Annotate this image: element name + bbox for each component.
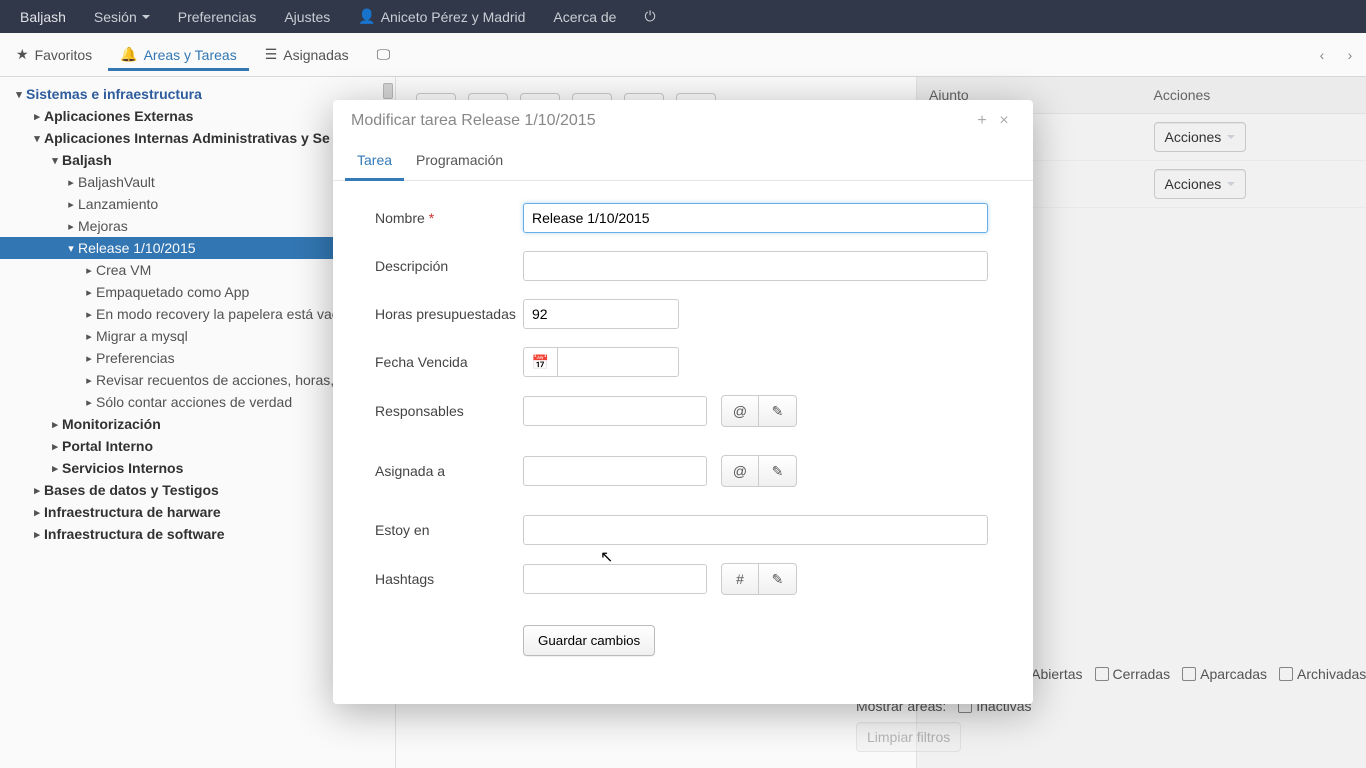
eraser-icon: ✎ bbox=[772, 571, 784, 588]
modal-title: Modificar tarea Release 1/10/2015 bbox=[351, 112, 596, 130]
responsables-clear-button[interactable]: ✎ bbox=[759, 395, 797, 427]
hashtags-clear-button[interactable]: ✎ bbox=[759, 563, 797, 595]
lbl-nombre: Nombre bbox=[375, 210, 425, 226]
save-button[interactable]: Guardar cambios bbox=[523, 625, 655, 656]
asignada-at-button[interactable]: @ bbox=[721, 455, 759, 487]
eraser-icon: ✎ bbox=[772, 463, 784, 480]
lbl-asignada: Asignada a bbox=[375, 463, 523, 479]
modal-add-icon[interactable]: + bbox=[971, 112, 993, 130]
input-fecha[interactable] bbox=[557, 347, 679, 377]
calendar-icon[interactable]: 📅 bbox=[523, 347, 557, 377]
modal-tab-programacion[interactable]: Programación bbox=[404, 142, 515, 180]
lbl-responsables: Responsables bbox=[375, 403, 523, 419]
input-estoy[interactable] bbox=[523, 515, 988, 545]
eraser-icon: ✎ bbox=[772, 403, 784, 420]
modal-close-icon[interactable]: × bbox=[993, 112, 1015, 130]
input-descripcion[interactable] bbox=[523, 251, 988, 281]
input-nombre[interactable] bbox=[523, 203, 988, 233]
asignada-clear-button[interactable]: ✎ bbox=[759, 455, 797, 487]
modal-edit-task: Modificar tarea Release 1/10/2015 + × Ta… bbox=[333, 100, 1033, 704]
hashtags-hash-button[interactable]: # bbox=[721, 563, 759, 595]
lbl-descripcion: Descripción bbox=[375, 258, 523, 274]
input-hashtags[interactable] bbox=[523, 564, 707, 594]
lbl-fecha: Fecha Vencida bbox=[375, 354, 523, 370]
input-horas[interactable] bbox=[523, 299, 679, 329]
responsables-at-button[interactable]: @ bbox=[721, 395, 759, 427]
modal-tab-tarea[interactable]: Tarea bbox=[345, 142, 404, 181]
lbl-estoy: Estoy en bbox=[375, 522, 523, 538]
input-responsables[interactable] bbox=[523, 396, 707, 426]
lbl-hashtags: Hashtags bbox=[375, 571, 523, 587]
lbl-horas: Horas presupuestadas bbox=[375, 306, 523, 322]
input-asignada[interactable] bbox=[523, 456, 707, 486]
